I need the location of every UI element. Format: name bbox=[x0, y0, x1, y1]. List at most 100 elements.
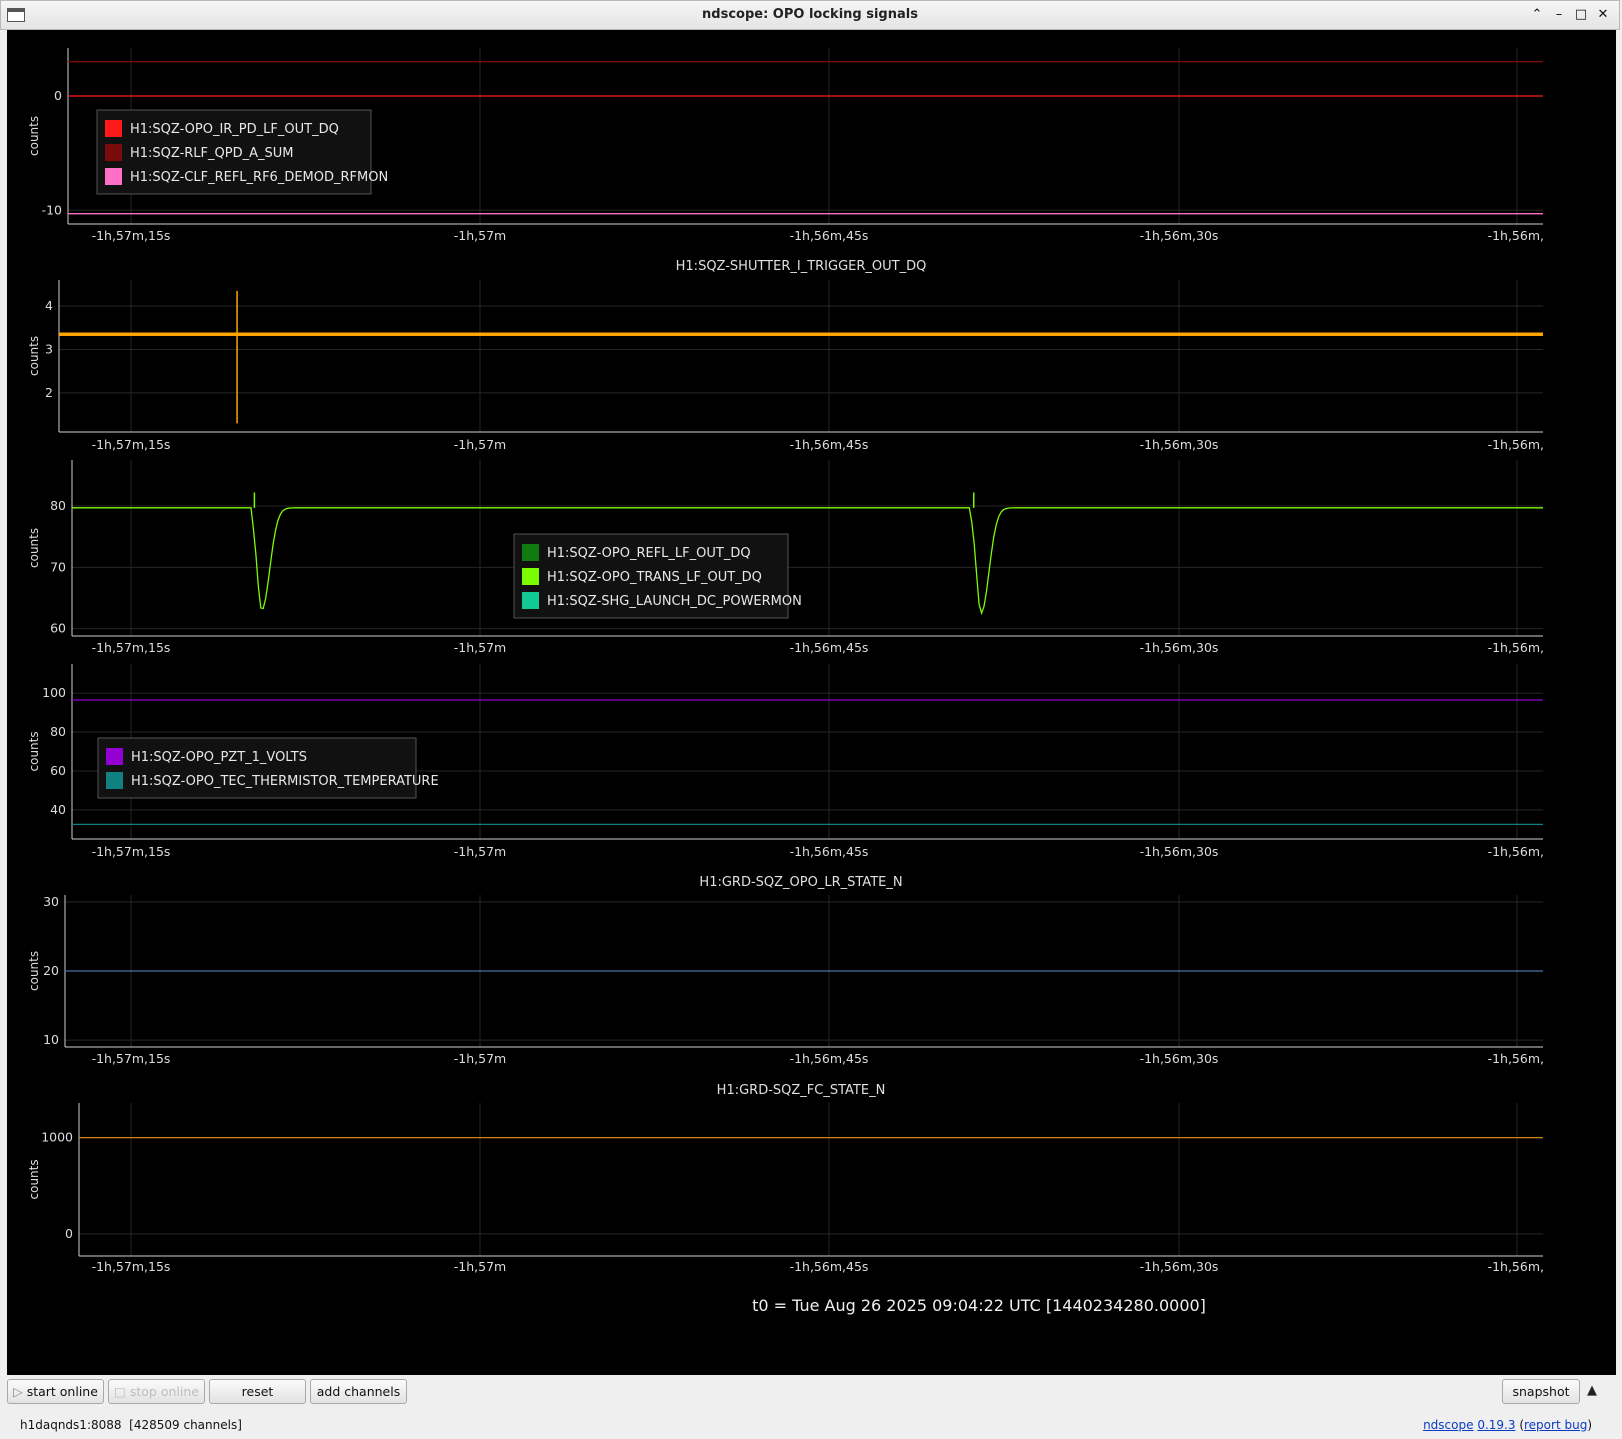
y-tick-label: 0 bbox=[65, 1226, 73, 1241]
legend-entry: H1:SQZ-OPO_TRANS_LF_OUT_DQ bbox=[547, 570, 762, 585]
play-icon: ▷ bbox=[13, 1384, 23, 1399]
x-tick-label: -1h,57m bbox=[454, 228, 506, 243]
y-tick-label: 0 bbox=[54, 88, 62, 103]
x-tick-label: -1h,56m, bbox=[1488, 228, 1544, 243]
y-tick-label: 30 bbox=[43, 894, 59, 909]
x-tick-label: -1h,56m,30s bbox=[1140, 1259, 1219, 1274]
y-axis-label: counts bbox=[27, 731, 41, 771]
x-tick-label: -1h,57m bbox=[454, 844, 506, 859]
plot-5: 30 20 10 counts -1h,57m,15s -1h,57m -1h,56m,45… bbox=[27, 875, 1544, 1066]
x-tick-label: -1h,57m bbox=[454, 1051, 506, 1066]
status-bar: h1daqnds1:8088 [428509 channels] ndscope… bbox=[0, 1411, 1622, 1439]
plot-area[interactable]: 0 -10 counts -1h,57m,15s -1h,57m -1h,56m,45s -… bbox=[7, 30, 1616, 1375]
x-tick-label: -1h,57m,15s bbox=[92, 1259, 171, 1274]
close-icon[interactable]: ✕ bbox=[1594, 6, 1612, 24]
window-titlebar: ndscope: OPO locking signals ⌃ – □ ✕ bbox=[0, 0, 1620, 30]
legend: H1:SQZ-OPO_IR_PD_LF_OUT_DQ H1:SQZ-RLF_QPD… bbox=[96, 109, 388, 195]
window-title: ndscope: OPO locking signals bbox=[702, 7, 918, 22]
start-online-button[interactable]: ▷ start online bbox=[7, 1379, 104, 1404]
x-tick-label: -1h,57m bbox=[454, 640, 506, 655]
t0-label: t0 = Tue Aug 26 2025 09:04:22 UTC [14402… bbox=[752, 1296, 1206, 1315]
x-tick-label: -1h,57m,15s bbox=[92, 437, 171, 452]
plot-1: 0 -10 counts -1h,57m,15s -1h,57m -1h,56m,45s -… bbox=[27, 48, 1544, 243]
add-channels-button[interactable]: add channels bbox=[310, 1379, 407, 1404]
plot-4: 100 80 60 40 counts -1h,57m,15s -1h,57m -1h,56m… bbox=[27, 664, 1544, 859]
x-tick-label: -1h,56m,45s bbox=[790, 1259, 869, 1274]
x-tick-label: -1h,56m,30s bbox=[1140, 640, 1219, 655]
report-bug-link[interactable]: report bug bbox=[1524, 1418, 1587, 1432]
legend-swatch bbox=[105, 144, 122, 161]
y-tick-label: 80 bbox=[50, 498, 66, 513]
legend: H1:SQZ-OPO_PZT_1_VOLTS H1:SQZ-OPO_TEC_THE… bbox=[97, 737, 439, 799]
x-tick-label: -1h,57m,15s bbox=[92, 1051, 171, 1066]
legend-entry: H1:SQZ-SHG_LAUNCH_DC_POWERMON bbox=[547, 594, 802, 609]
y-tick-label: 40 bbox=[50, 802, 66, 817]
legend-box bbox=[97, 737, 417, 799]
x-tick-label: -1h,57m,15s bbox=[92, 640, 171, 655]
legend-swatch bbox=[522, 592, 539, 609]
legend-swatch bbox=[105, 120, 122, 137]
legend-swatch bbox=[522, 568, 539, 585]
stop-online-label: stop online bbox=[129, 1384, 199, 1399]
x-tick-label: -1h,57m bbox=[454, 1259, 506, 1274]
start-online-label: start online bbox=[26, 1384, 98, 1399]
plot-title: H1:GRD-SQZ_FC_STATE_N bbox=[717, 1083, 886, 1098]
stop-online-button[interactable]: □ stop online bbox=[108, 1379, 205, 1404]
plot-2: 4 3 2 counts -1h,57m,15s -1h,57m -1h,56m,45s -1… bbox=[27, 259, 1544, 452]
plot-3: 80 70 60 counts -1h,57m,15s -1h,57m -1h,56m,45… bbox=[27, 460, 1544, 655]
legend-entry: H1:SQZ-OPO_TEC_THERMISTOR_TEMPERATURE bbox=[131, 774, 439, 789]
y-tick-label: 70 bbox=[50, 559, 66, 574]
y-tick-label: -10 bbox=[42, 202, 62, 217]
y-axis-label: counts bbox=[27, 116, 41, 156]
y-tick-label: 2 bbox=[45, 385, 53, 400]
snapshot-button[interactable]: snapshot bbox=[1502, 1379, 1580, 1404]
y-tick-label: 20 bbox=[43, 963, 59, 978]
y-tick-label: 80 bbox=[50, 724, 66, 739]
y-axis-label: counts bbox=[27, 951, 41, 991]
legend-swatch bbox=[105, 168, 122, 185]
x-tick-label: -1h,56m, bbox=[1488, 844, 1544, 859]
legend-entry: H1:SQZ-RLF_QPD_A_SUM bbox=[130, 146, 294, 161]
x-tick-label: -1h,56m,45s bbox=[790, 844, 869, 859]
y-tick-label: 10 bbox=[43, 1032, 59, 1047]
plot-title: H1:SQZ-SHUTTER_I_TRIGGER_OUT_DQ bbox=[676, 259, 927, 274]
x-tick-label: -1h,56m, bbox=[1488, 1259, 1544, 1274]
version-link[interactable]: 0.19.3 bbox=[1477, 1418, 1515, 1432]
x-tick-label: -1h,56m, bbox=[1488, 437, 1544, 452]
series-line bbox=[72, 507, 1543, 616]
x-tick-label: -1h,57m,15s bbox=[92, 228, 171, 243]
plots-canvas[interactable]: 0 -10 counts -1h,57m,15s -1h,57m -1h,56m,45s -… bbox=[7, 30, 1616, 1375]
y-axis-label: counts bbox=[27, 528, 41, 568]
legend-swatch bbox=[106, 772, 123, 789]
legend: H1:SQZ-OPO_REFL_LF_OUT_DQ H1:SQZ-OPO_TRAN… bbox=[513, 533, 802, 619]
x-tick-label: -1h,56m,30s bbox=[1140, 1051, 1219, 1066]
y-tick-label: 1000 bbox=[41, 1130, 73, 1145]
y-tick-label: 60 bbox=[50, 763, 66, 778]
x-tick-label: -1h,56m, bbox=[1488, 1051, 1544, 1066]
y-tick-label: 60 bbox=[50, 621, 66, 636]
y-axis-label: counts bbox=[27, 336, 41, 376]
x-tick-label: -1h,56m,30s bbox=[1140, 844, 1219, 859]
server-address: h1daqnds1:8088 bbox=[20, 1418, 122, 1432]
y-axis-label: counts bbox=[27, 1159, 41, 1199]
maximize-icon[interactable]: □ bbox=[1572, 6, 1590, 24]
app-link[interactable]: ndscope bbox=[1423, 1418, 1473, 1432]
reset-button[interactable]: reset bbox=[209, 1379, 306, 1404]
legend-swatch bbox=[522, 544, 539, 561]
legend-entry: H1:SQZ-CLF_REFL_RF6_DEMOD_RFMON bbox=[130, 170, 388, 185]
x-tick-label: -1h,56m, bbox=[1488, 640, 1544, 655]
bottom-toolbar: ▷ start online □ stop online reset add c… bbox=[7, 1375, 1616, 1411]
expand-up-icon[interactable]: ▲ bbox=[1587, 1383, 1597, 1398]
y-tick-label: 3 bbox=[45, 341, 53, 356]
legend-entry: H1:SQZ-OPO_PZT_1_VOLTS bbox=[131, 750, 307, 765]
stop-icon: □ bbox=[114, 1384, 126, 1399]
x-tick-label: -1h,57m bbox=[454, 437, 506, 452]
legend-swatch bbox=[106, 748, 123, 765]
x-tick-label: -1h,57m,15s bbox=[92, 844, 171, 859]
channel-count: [428509 channels] bbox=[129, 1418, 242, 1432]
minimize-icon[interactable]: – bbox=[1550, 6, 1568, 24]
plot-title: H1:GRD-SQZ_OPO_LR_STATE_N bbox=[699, 875, 902, 890]
x-tick-label: -1h,56m,45s bbox=[790, 640, 869, 655]
shade-icon[interactable]: ⌃ bbox=[1528, 6, 1546, 24]
x-tick-label: -1h,56m,30s bbox=[1140, 437, 1219, 452]
